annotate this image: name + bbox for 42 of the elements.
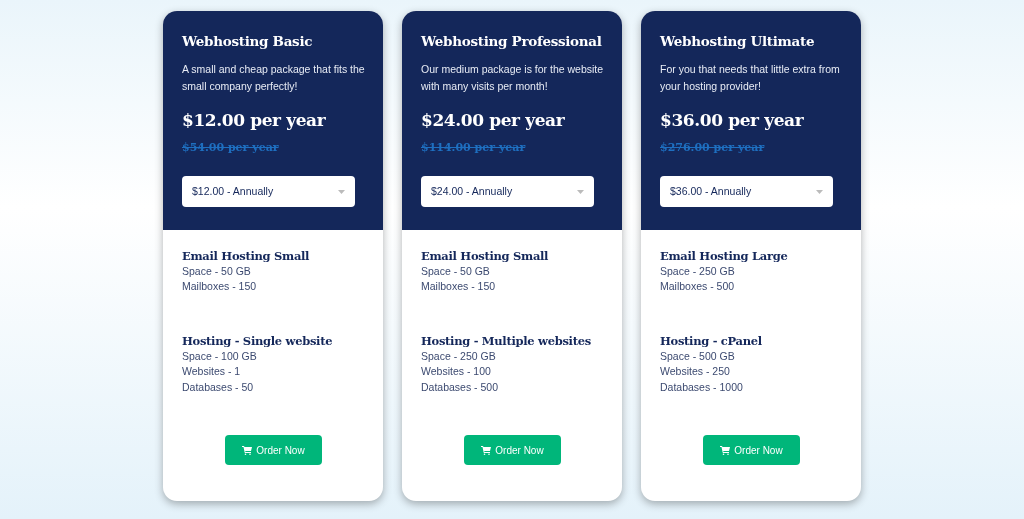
plan-description: For you that needs that little extra from your hosting provider! — [660, 62, 841, 95]
feature-title: Email Hosting Large — [660, 250, 789, 264]
billing-dropdown[interactable]: $36.00 - Annually — [660, 176, 833, 208]
caret-icon — [338, 189, 345, 194]
caret-icon — [577, 189, 584, 194]
caret-icon — [816, 189, 823, 194]
cart-icon — [242, 445, 253, 455]
old-price: $54.00 per year — [182, 139, 279, 156]
feature-line: Space - 250 GB — [660, 263, 736, 279]
feature-line: Databases - 1000 — [660, 379, 744, 395]
plan-title: Webhosting Professional — [421, 33, 603, 50]
feature-line: Space - 100 GB — [182, 348, 258, 364]
billing-dropdown[interactable]: $24.00 - Annually — [421, 176, 594, 208]
cart-icon — [481, 445, 492, 455]
feature-line: Mailboxes - 150 — [182, 279, 258, 295]
feature-line: Websites - 100 — [421, 364, 492, 380]
feature-title: Hosting - cPanel — [660, 334, 763, 349]
feature-line: Databases - 50 — [182, 379, 255, 395]
cart-icon — [720, 445, 731, 455]
plan-description: A small and cheap package that fits the small company perfectly! — [182, 62, 365, 95]
plan-price: $36.00 per year — [660, 109, 805, 133]
feature-title: Email Hosting Small — [182, 250, 311, 264]
old-price: $114.00 per year — [421, 139, 526, 156]
plan-price: $12.00 per year — [182, 109, 327, 133]
feature-line: Space - 50 GB — [421, 263, 491, 279]
feature-title: Email Hosting Small — [421, 250, 550, 264]
feature-title: Hosting - Multiple websites — [421, 334, 592, 349]
plan-description: Our medium package is for the website with many visits per month! — [421, 62, 604, 95]
feature-line: Websites - 1 — [182, 364, 242, 380]
plan-price: $24.00 per year — [421, 109, 566, 133]
feature-line: Space - 50 GB — [182, 263, 252, 279]
plan-title: Webhosting Basic — [182, 33, 314, 50]
feature-line: Websites - 250 — [660, 364, 731, 380]
feature-line: Mailboxes - 150 — [421, 279, 497, 295]
billing-dropdown[interactable]: $12.00 - Annually — [182, 176, 355, 208]
feature-line: Mailboxes - 500 — [660, 279, 736, 295]
feature-line: Databases - 500 — [421, 379, 500, 395]
feature-line: Space - 250 GB — [421, 348, 497, 364]
feature-line: Space - 500 GB — [660, 348, 736, 364]
plan-title: Webhosting Ultimate — [660, 33, 816, 50]
old-price: $276.00 per year — [660, 139, 765, 156]
feature-title: Hosting - Single website — [182, 334, 334, 349]
